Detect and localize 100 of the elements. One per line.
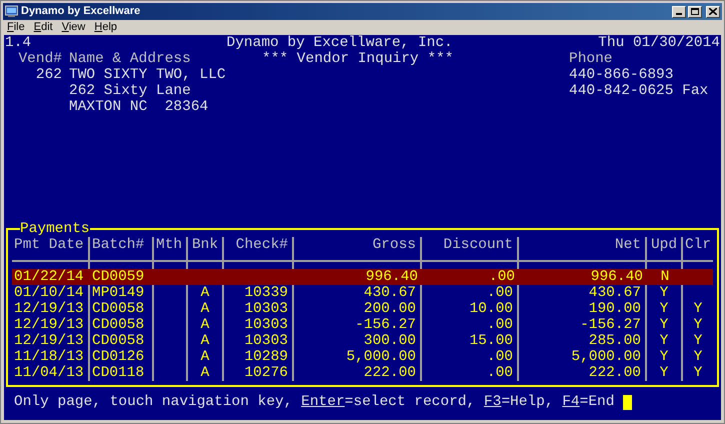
window-title: Dynamo by Excellware xyxy=(21,4,140,20)
table-cell: A xyxy=(200,333,210,349)
table-cell: 430.67 xyxy=(364,285,416,301)
table-cell: 11/18/13 xyxy=(14,349,84,365)
table-row[interactable]: 11/18/13 CD0126 A 10289 5,000.00 .00 5,000.00 Y Y xyxy=(12,349,713,365)
table-cell: Y xyxy=(660,301,668,317)
table-cell: Y xyxy=(694,317,702,333)
table-cell: 996.40 xyxy=(366,269,418,285)
table-cell: CD0058 xyxy=(92,333,144,349)
menu-item[interactable]: View xyxy=(62,19,86,36)
table-cell: 10289 xyxy=(244,349,288,365)
table-cell: 222.00 xyxy=(588,365,641,381)
table-cell: CD0118 xyxy=(92,365,144,381)
table-cell: .00 xyxy=(486,365,513,381)
table-cell: Y xyxy=(660,333,668,349)
table-cell: Y xyxy=(660,349,668,365)
column-header: Gross xyxy=(372,237,416,253)
column-header: Net xyxy=(614,237,641,253)
address-line: MAXTON NC 28364 xyxy=(69,99,208,115)
key-label: F3 xyxy=(484,394,502,410)
vendor-label: Vend# xyxy=(18,51,62,67)
address-line: 262 Sixty Lane xyxy=(69,83,191,99)
table-cell: 12/19/13 xyxy=(14,333,84,349)
table-cell: -156.27 xyxy=(355,317,416,333)
company-title: Dynamo by Excellware, Inc. xyxy=(226,35,453,51)
column-header: Discount xyxy=(443,237,513,253)
table-cell: 5,000.00 xyxy=(346,349,416,365)
table-cell: 10276 xyxy=(244,365,288,381)
table-cell: CD0059 xyxy=(92,269,144,285)
table-cell: 222.00 xyxy=(364,365,416,381)
table-cell: Y xyxy=(694,333,702,349)
table-cell: 285.00 xyxy=(588,333,641,349)
vendor-name: TWO SIXTY TWO, LLC xyxy=(69,67,226,83)
menu-item[interactable]: Edit xyxy=(34,19,53,36)
table-cell: CD0126 xyxy=(92,349,144,365)
table-cell: A xyxy=(200,285,210,301)
phone-label: Phone xyxy=(569,51,613,67)
phone-number: 440-842-0625 Fax xyxy=(569,83,708,99)
table-cell: 10339 xyxy=(244,285,288,301)
table-cell: 11/04/13 xyxy=(14,365,84,381)
table-cell: 10303 xyxy=(244,333,288,349)
column-header: Mth xyxy=(156,237,182,253)
table-cell: 996.40 xyxy=(590,269,643,285)
table-cell: 10303 xyxy=(244,317,288,333)
table-cell: MP0149 xyxy=(92,285,144,301)
table-cell: CD0058 xyxy=(92,317,144,333)
phone-number: 440-866-6893 xyxy=(569,67,674,83)
table-row[interactable]: 01/10/14 MP0149 A 10339 430.67 .00 430.67 Y xyxy=(12,285,713,301)
version-label: 1.4 xyxy=(5,35,32,51)
menu-item[interactable]: Help xyxy=(94,19,118,36)
column-header: Pmt Date xyxy=(14,237,84,253)
status-text: =End xyxy=(580,394,614,410)
table-cell: Y xyxy=(694,349,702,365)
date-label: Thu 01/30/2014 xyxy=(598,35,720,51)
maximize-button[interactable] xyxy=(688,6,702,18)
key-label: Enter xyxy=(301,394,345,410)
status-text: =Help, xyxy=(501,394,555,410)
table-row[interactable]: 11/04/13 CD0118 A 10276 222.00 .00 222.00 Y Y xyxy=(12,365,713,381)
screen-title: *** Vendor Inquiry *** xyxy=(262,51,454,67)
column-header: Batch# xyxy=(92,237,144,253)
name-label: Name & Address xyxy=(69,51,191,67)
table-cell: 15.00 xyxy=(469,333,513,349)
column-header: Upd xyxy=(650,237,678,253)
table-cell: Y xyxy=(694,301,702,317)
table-row[interactable]: 01/22/14 CD0059 996.40 .00 996.40 N xyxy=(12,269,713,285)
table-cell: .00 xyxy=(486,285,513,301)
panel-title: Payments xyxy=(20,221,90,237)
table-cell: 01/22/14 xyxy=(14,269,84,285)
table-cell: N xyxy=(660,269,670,285)
vendor-number: 262 xyxy=(36,67,62,83)
table-cell: -156.27 xyxy=(580,317,641,333)
table-cell: 300.00 xyxy=(364,333,416,349)
table-cell: Y xyxy=(660,365,668,381)
table-cell: A xyxy=(200,317,210,333)
table-cell: 190.00 xyxy=(588,301,641,317)
table-cell: Y xyxy=(660,317,668,333)
table-cell: .00 xyxy=(488,269,515,285)
minimize-button[interactable] xyxy=(672,6,686,18)
table-row[interactable]: 12/19/13 CD0058 A 10303 200.00 10.00 190.00 Y Y xyxy=(12,301,713,317)
close-button[interactable] xyxy=(706,6,720,18)
table-cell: .00 xyxy=(486,349,513,365)
status-text: =select record, xyxy=(344,394,476,410)
table-cell: 5,000.00 xyxy=(571,349,641,365)
table-row[interactable]: 12/19/13 CD0058 A 10303 300.00 15.00 285.00 Y Y xyxy=(12,333,713,349)
column-header: Check# xyxy=(236,237,288,253)
table-cell: 10.00 xyxy=(469,301,513,317)
key-label: F4 xyxy=(562,394,580,410)
table-cell: .00 xyxy=(486,317,513,333)
table-cell: Y xyxy=(660,285,668,301)
table-cell: A xyxy=(200,301,210,317)
table-cell: 10303 xyxy=(244,301,288,317)
app-icon xyxy=(5,5,18,18)
menu-item[interactable]: File xyxy=(7,19,25,36)
text-cursor xyxy=(623,394,632,410)
column-header: Clr xyxy=(684,237,712,253)
table-cell: 430.67 xyxy=(588,285,641,301)
table-cell: A xyxy=(200,365,210,381)
table-cell: 01/10/14 xyxy=(14,285,84,301)
table-row[interactable]: 12/19/13 CD0058 A 10303 -156.27 .00 -156.27 Y Y xyxy=(12,317,713,333)
table-cell: 12/19/13 xyxy=(14,301,84,317)
